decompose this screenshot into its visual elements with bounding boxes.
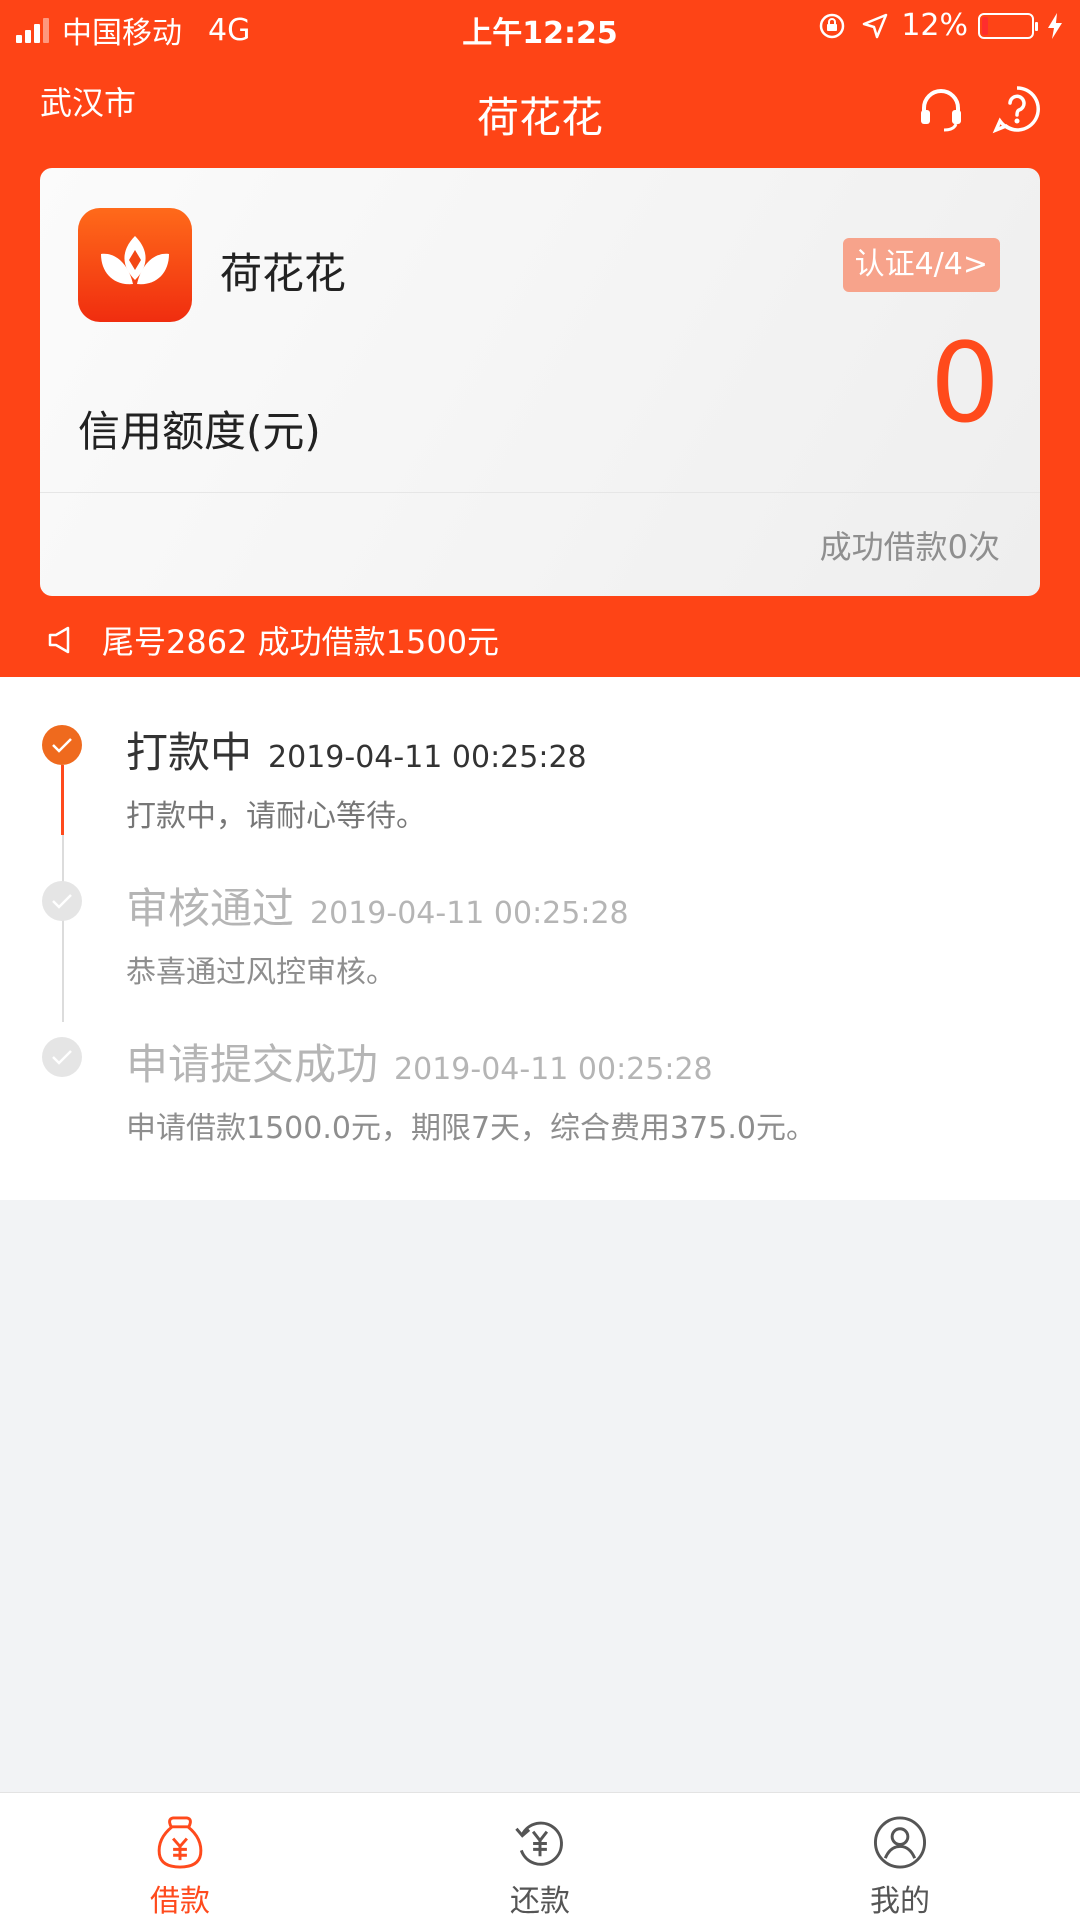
lotus-icon xyxy=(101,236,169,285)
loan-progress-timeline: 打款中 2019-04-11 00:25:28 打款中，请耐心等待。 审核通过 … xyxy=(0,677,1080,1200)
location-icon xyxy=(863,13,888,38)
repay-icon xyxy=(515,1821,563,1866)
step-description: 恭喜通过风控审核。 xyxy=(126,955,396,990)
tab-mine[interactable]: 我的 xyxy=(720,1793,1080,1920)
step-description: 申请借款1500.0元，期限7天，综合费用375.0元。 xyxy=(126,1111,816,1146)
step-timestamp: 2019-04-11 00:25:28 xyxy=(310,896,629,931)
tab-label: 我的 xyxy=(870,1884,930,1919)
header: 中国移动 4G 上午12:25 12% 武汉市 荷花花 荷花花 认证4/4> 信… xyxy=(0,0,1080,677)
step-timestamp: 2019-04-11 00:25:28 xyxy=(268,740,587,775)
check-circle-icon xyxy=(42,725,82,765)
customer-service-button[interactable] xyxy=(916,84,966,138)
battery-percent: 12% xyxy=(901,8,968,43)
step-timestamp: 2019-04-11 00:25:28 xyxy=(394,1052,713,1087)
tab-borrow[interactable]: 借款 xyxy=(0,1793,360,1920)
notice-bar: 尾号2862 成功借款1500元 xyxy=(0,610,1080,670)
nav-bar: 武汉市 荷花花 xyxy=(0,70,1080,160)
step-name: 申请提交成功 xyxy=(126,1040,379,1089)
timeline-connector xyxy=(62,917,64,1022)
card-divider xyxy=(40,492,1040,493)
certification-badge[interactable]: 认证4/4> xyxy=(842,238,1000,292)
tab-label: 还款 xyxy=(510,1884,570,1919)
money-bag-icon xyxy=(157,1816,203,1869)
credit-limit-label: 信用额度(元) xyxy=(78,407,321,456)
battery-icon xyxy=(978,12,1038,39)
speaker-icon xyxy=(48,626,70,654)
tab-label: 借款 xyxy=(150,1884,210,1919)
orientation-lock-icon xyxy=(820,13,845,38)
headset-icon xyxy=(921,89,961,132)
bottom-tab-bar: 借款 还款 我的 xyxy=(0,1792,1080,1920)
status-bar: 中国移动 4G 上午12:25 12% xyxy=(0,0,1080,56)
check-circle-icon xyxy=(42,1037,82,1077)
step-name: 审核通过 xyxy=(126,884,295,933)
step-name: 打款中 xyxy=(126,728,253,777)
tab-repay[interactable]: 还款 xyxy=(360,1793,720,1920)
notice-text: 尾号2862 成功借款1500元 xyxy=(102,623,500,661)
check-circle-icon xyxy=(42,881,82,921)
credit-card: 荷花花 认证4/4> 信用额度(元) 0 成功借款0次 xyxy=(40,168,1040,596)
credit-limit-value: 0 xyxy=(930,319,1000,447)
step-description: 打款中，请耐心等待。 xyxy=(126,799,426,834)
app-name: 荷花花 xyxy=(220,249,347,298)
timeline-connector xyxy=(62,835,64,885)
user-icon xyxy=(873,1816,927,1869)
timeline-connector-active xyxy=(61,765,64,835)
charging-icon xyxy=(1048,12,1062,39)
help-button[interactable] xyxy=(992,84,1042,138)
success-loan-count: 成功借款0次 xyxy=(819,528,1000,566)
app-logo xyxy=(78,208,192,322)
help-icon xyxy=(992,86,1040,134)
